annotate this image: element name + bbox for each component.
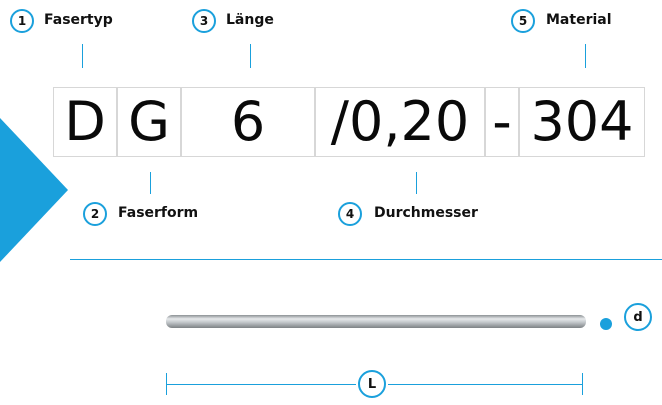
callout-3-number: 3 [199, 14, 209, 28]
steel-fiber-illustration [166, 315, 586, 328]
length-label: L [367, 376, 377, 392]
code-segment-fiber-shape: G [117, 87, 181, 157]
callout-3-leader [250, 44, 251, 68]
callout-1-leader [82, 44, 83, 68]
code-segment-diameter: /0,20 [315, 87, 485, 157]
callout-5-leader [585, 44, 586, 68]
callout-3-label: Länge [226, 12, 274, 28]
diameter-marker-dot [600, 318, 612, 330]
callout-5-badge: 5 [511, 9, 535, 33]
length-line-left [166, 384, 356, 385]
callout-4-leader [416, 172, 417, 194]
callout-4-number: 4 [345, 207, 355, 221]
code-segment-fiber-type: D [53, 87, 117, 157]
section-divider [70, 259, 662, 260]
callout-2-label: Faserform [118, 205, 199, 221]
callout-4-label: Durchmesser [374, 205, 478, 221]
code-segment-separator: - [485, 87, 519, 157]
callout-2-badge: 2 [83, 202, 107, 226]
callout-3-badge: 3 [192, 9, 216, 33]
callout-1-label: Fasertyp [44, 12, 113, 28]
callout-1-number: 1 [17, 14, 27, 28]
callout-1-badge: 1 [10, 9, 34, 33]
callout-2-leader [150, 172, 151, 194]
length-line-right [388, 384, 582, 385]
callout-5-number: 5 [518, 14, 528, 28]
code-segment-material: 304 [519, 87, 645, 157]
code-segment-length: 6 [181, 87, 315, 157]
callout-2-number: 2 [90, 207, 100, 221]
callout-4-badge: 4 [338, 202, 362, 226]
diameter-label: d [633, 309, 643, 325]
length-end-right [582, 373, 583, 395]
callout-5-label: Material [546, 12, 612, 28]
diameter-badge: d [624, 303, 652, 331]
length-badge: L [358, 370, 386, 398]
